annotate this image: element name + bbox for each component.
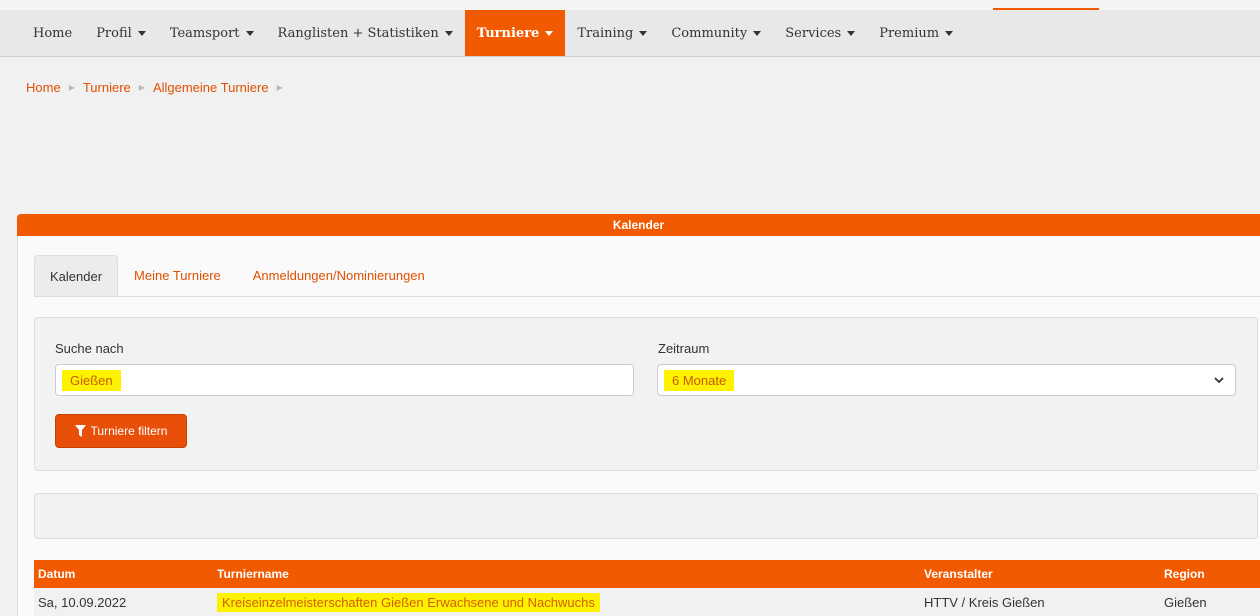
- breadcrumb-turniere[interactable]: Turniere: [83, 80, 131, 95]
- col-datum[interactable]: Datum: [38, 560, 75, 588]
- top-strip: [0, 0, 1260, 10]
- caret-down-icon: [545, 30, 554, 36]
- caret-down-icon: [137, 30, 146, 36]
- filter-icon: [74, 425, 86, 437]
- tab-anmeldungen-label: Anmeldungen/Nominierungen: [252, 267, 425, 283]
- breadcrumb: Home ▶ Turniere ▶ Allgemeine Turniere ▶: [26, 80, 291, 95]
- nav-services[interactable]: Services: [773, 10, 867, 56]
- caret-down-icon: [639, 30, 648, 36]
- period-label: Zeitraum: [658, 341, 710, 356]
- tab-bar: Kalender Meine Turniere Anmeldungen/Nomi…: [34, 255, 441, 296]
- tab-kalender-label: Kalender: [50, 268, 103, 284]
- cell-veranstalter: HTTV / Kreis Gießen: [924, 594, 1045, 610]
- tab-meine-turniere-label: Meine Turniere: [134, 267, 221, 283]
- nav-home-label: Home: [33, 25, 73, 41]
- cell-region: Gießen: [1164, 594, 1207, 610]
- breadcrumb-allgemeine-turniere[interactable]: Allgemeine Turniere: [153, 80, 269, 95]
- nav-premium[interactable]: Premium: [867, 10, 965, 56]
- filter-button[interactable]: Turniere filtern: [55, 414, 187, 448]
- col-veranstalter[interactable]: Veranstalter: [924, 560, 993, 588]
- tab-kalender[interactable]: Kalender: [34, 255, 119, 296]
- period-select-value: 6 Monate: [664, 370, 735, 391]
- breadcrumb-separator-icon: ▶: [276, 83, 283, 92]
- nav-premium-label: Premium: [879, 25, 940, 41]
- breadcrumb-separator-icon: ▶: [68, 83, 75, 92]
- nav-training[interactable]: Training: [565, 10, 659, 56]
- nav-turniere-label: Turniere: [476, 25, 540, 41]
- caret-down-icon: [945, 30, 954, 36]
- col-region[interactable]: Region: [1164, 560, 1205, 588]
- filter-button-label: Turniere filtern: [90, 424, 168, 438]
- nav-community[interactable]: Community: [659, 10, 773, 56]
- tab-anmeldungen[interactable]: Anmeldungen/Nominierungen: [237, 255, 441, 295]
- nav-turniere[interactable]: Turniere: [464, 10, 566, 56]
- table-header: Datum Turniername Veranstalter Region: [34, 560, 1260, 588]
- tournament-link[interactable]: Kreiseinzelmeisterschaften Gießen Erwach…: [217, 592, 600, 612]
- breadcrumb-separator-icon: ▶: [138, 83, 145, 92]
- cell-turniername: Kreiseinzelmeisterschaften Gießen Erwach…: [217, 588, 600, 616]
- breadcrumb-home[interactable]: Home: [26, 80, 61, 95]
- period-select[interactable]: 6 Monate: [657, 364, 1236, 396]
- chevron-down-icon: [1214, 377, 1224, 384]
- cell-datum: Sa, 10.09.2022: [38, 594, 127, 610]
- caret-down-icon: [847, 30, 856, 36]
- tab-meine-turniere[interactable]: Meine Turniere: [118, 255, 237, 295]
- nav-ranglisten[interactable]: Ranglisten + Statistiken: [266, 10, 465, 56]
- table-row: Sa, 10.09.2022 Kreiseinzelmeisterschafte…: [34, 588, 1260, 616]
- nav-training-label: Training: [577, 25, 634, 41]
- results-info-box: [34, 493, 1258, 539]
- search-input-value: Gießen: [62, 370, 121, 391]
- panel-title-text: Kalender: [612, 218, 665, 232]
- panel-title: Kalender: [17, 214, 1260, 236]
- tab-divider: [34, 296, 1260, 297]
- nav-teamsport-label: Teamsport: [169, 25, 240, 41]
- nav-profil-label: Profil: [96, 25, 132, 41]
- nav-services-label: Services: [785, 25, 842, 41]
- nav-ranglisten-label: Ranglisten + Statistiken: [277, 25, 439, 41]
- caret-down-icon: [245, 30, 254, 36]
- search-input[interactable]: Gießen: [55, 364, 634, 396]
- nav-teamsport[interactable]: Teamsport: [158, 10, 266, 56]
- nav-profil[interactable]: Profil: [84, 10, 158, 56]
- nav-home[interactable]: Home: [21, 10, 84, 56]
- main-nav: Home Profil Teamsport Ranglisten + Stati…: [0, 10, 1260, 57]
- nav-community-label: Community: [671, 25, 748, 41]
- caret-down-icon: [753, 30, 762, 36]
- caret-down-icon: [444, 30, 453, 36]
- search-label: Suche nach: [55, 341, 124, 356]
- col-turniername[interactable]: Turniername: [217, 560, 289, 588]
